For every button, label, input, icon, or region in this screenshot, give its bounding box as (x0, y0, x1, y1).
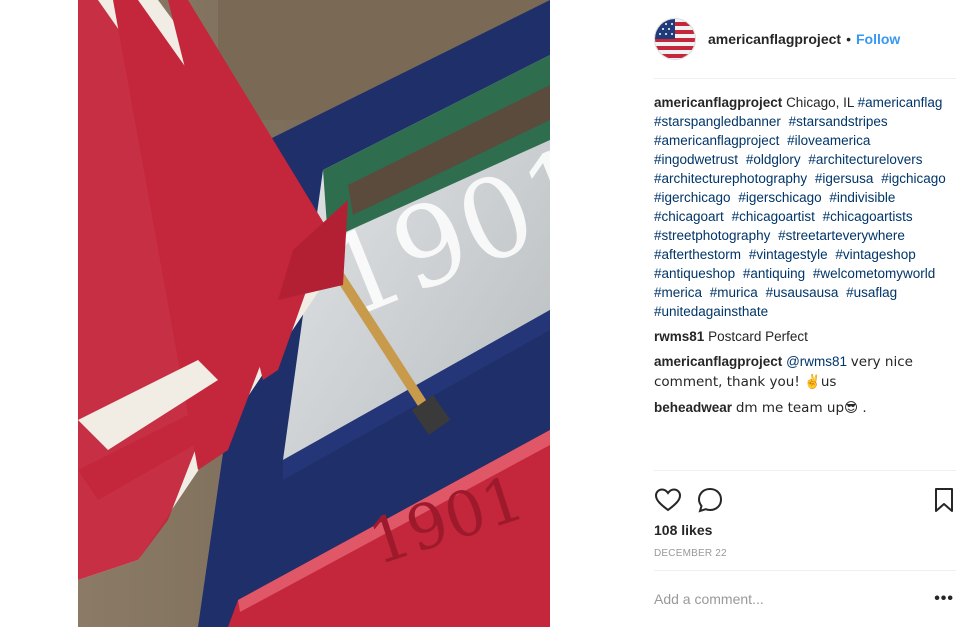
flag-window-image: 1901 1901 (78, 0, 550, 627)
caption-username[interactable]: americanflagproject (654, 95, 782, 110)
hashtag-link[interactable]: #indivisible (829, 190, 895, 205)
hashtag-link[interactable]: #usaflag (846, 285, 897, 300)
comments-list: americanflagproject Chicago, IL #america… (654, 93, 956, 424)
comment-username[interactable]: americanflagproject (654, 354, 782, 369)
hashtag-link[interactable]: #starsandstripes (789, 114, 888, 129)
hashtag-link[interactable]: #architecturephotography (654, 171, 807, 186)
header-text: americanflagproject • Follow (708, 31, 900, 47)
more-options-icon[interactable]: ••• (934, 590, 954, 608)
comment-item: beheadwear dm me team up😎 . (654, 398, 956, 418)
comment-username[interactable]: beheadwear (654, 400, 732, 415)
comments-divider (654, 470, 956, 471)
hashtag-link[interactable]: #antiquing (743, 266, 805, 281)
hashtag-link[interactable]: #merica (654, 285, 702, 300)
hashtag-link[interactable]: #vintageshop (835, 247, 915, 262)
hashtag-link[interactable]: #igersusa (815, 171, 874, 186)
hashtag-link[interactable]: #murica (710, 285, 758, 300)
hashtag-link[interactable]: #streetphotography (654, 228, 770, 243)
actions-divider (654, 570, 956, 571)
caption-location: Chicago, IL (786, 95, 854, 110)
follow-button[interactable]: Follow (856, 31, 900, 47)
comment-username[interactable]: rwms81 (654, 329, 704, 344)
likes-count[interactable]: 108 likes (654, 522, 712, 538)
hashtag-link[interactable]: #igerchicago (654, 190, 731, 205)
hashtag-link[interactable]: #streetarteverywhere (778, 228, 905, 243)
comment-text: Postcard Perfect (708, 329, 808, 344)
hashtag-link[interactable]: #antiqueshop (654, 266, 735, 281)
bookmark-icon[interactable] (930, 486, 958, 514)
hashtag-link[interactable]: #welcometomyworld (813, 266, 935, 281)
caption: americanflagproject Chicago, IL #america… (654, 93, 956, 321)
hashtag-link[interactable]: #usausausa (766, 285, 839, 300)
post-date[interactable]: DECEMBER 22 (654, 548, 727, 559)
hashtag-link[interactable]: #americanflagproject (654, 133, 779, 148)
hashtag-link[interactable]: #ingodwetrust (654, 152, 738, 167)
comment-item: rwms81 Postcard Perfect (654, 327, 956, 346)
post-photo[interactable]: 1901 1901 (78, 0, 550, 627)
hashtag-link[interactable]: #starspangledbanner (654, 114, 781, 129)
post-author-username[interactable]: americanflagproject (708, 31, 841, 47)
hashtag-link[interactable]: #chicagoartists (823, 209, 913, 224)
hashtag-link[interactable]: #architecturelovers (808, 152, 922, 167)
post-details-panel: americanflagproject • Follow americanfla… (654, 0, 958, 627)
hashtag-link[interactable]: #vintagestyle (749, 247, 828, 262)
add-comment-bar: ••• (654, 586, 954, 612)
action-bar (654, 486, 954, 516)
hashtag-link[interactable]: #unitedagainsthate (654, 304, 768, 319)
hashtag-link[interactable]: #afterthestorm (654, 247, 741, 262)
hashtag-link[interactable]: #igerschicago (738, 190, 821, 205)
avatar[interactable] (654, 18, 696, 60)
comment-item: americanflagproject @rwms81 very nice co… (654, 352, 956, 392)
header-separator: • (846, 31, 851, 47)
hashtag-link[interactable]: #chicagoart (654, 209, 724, 224)
add-comment-input[interactable] (654, 591, 935, 607)
caption-hashtags: #americanflag #starspangledbanner #stars… (654, 95, 950, 319)
hashtag-link[interactable]: #chicagoartist (732, 209, 815, 224)
comment-text: dm me team up😎 . (735, 400, 867, 416)
hashtag-link[interactable]: #iloveamerica (787, 133, 870, 148)
hashtag-link[interactable]: #igchicago (881, 171, 946, 186)
post-header: americanflagproject • Follow (654, 17, 954, 61)
hashtag-link[interactable]: #oldglory (746, 152, 801, 167)
header-divider (654, 78, 956, 79)
heart-icon[interactable] (654, 486, 682, 514)
hashtag-link[interactable]: #americanflag (858, 95, 943, 110)
comment-mention[interactable]: @rwms81 (786, 354, 847, 369)
comment-bubble-icon[interactable] (696, 486, 724, 514)
flag-avatar-icon (655, 19, 695, 59)
